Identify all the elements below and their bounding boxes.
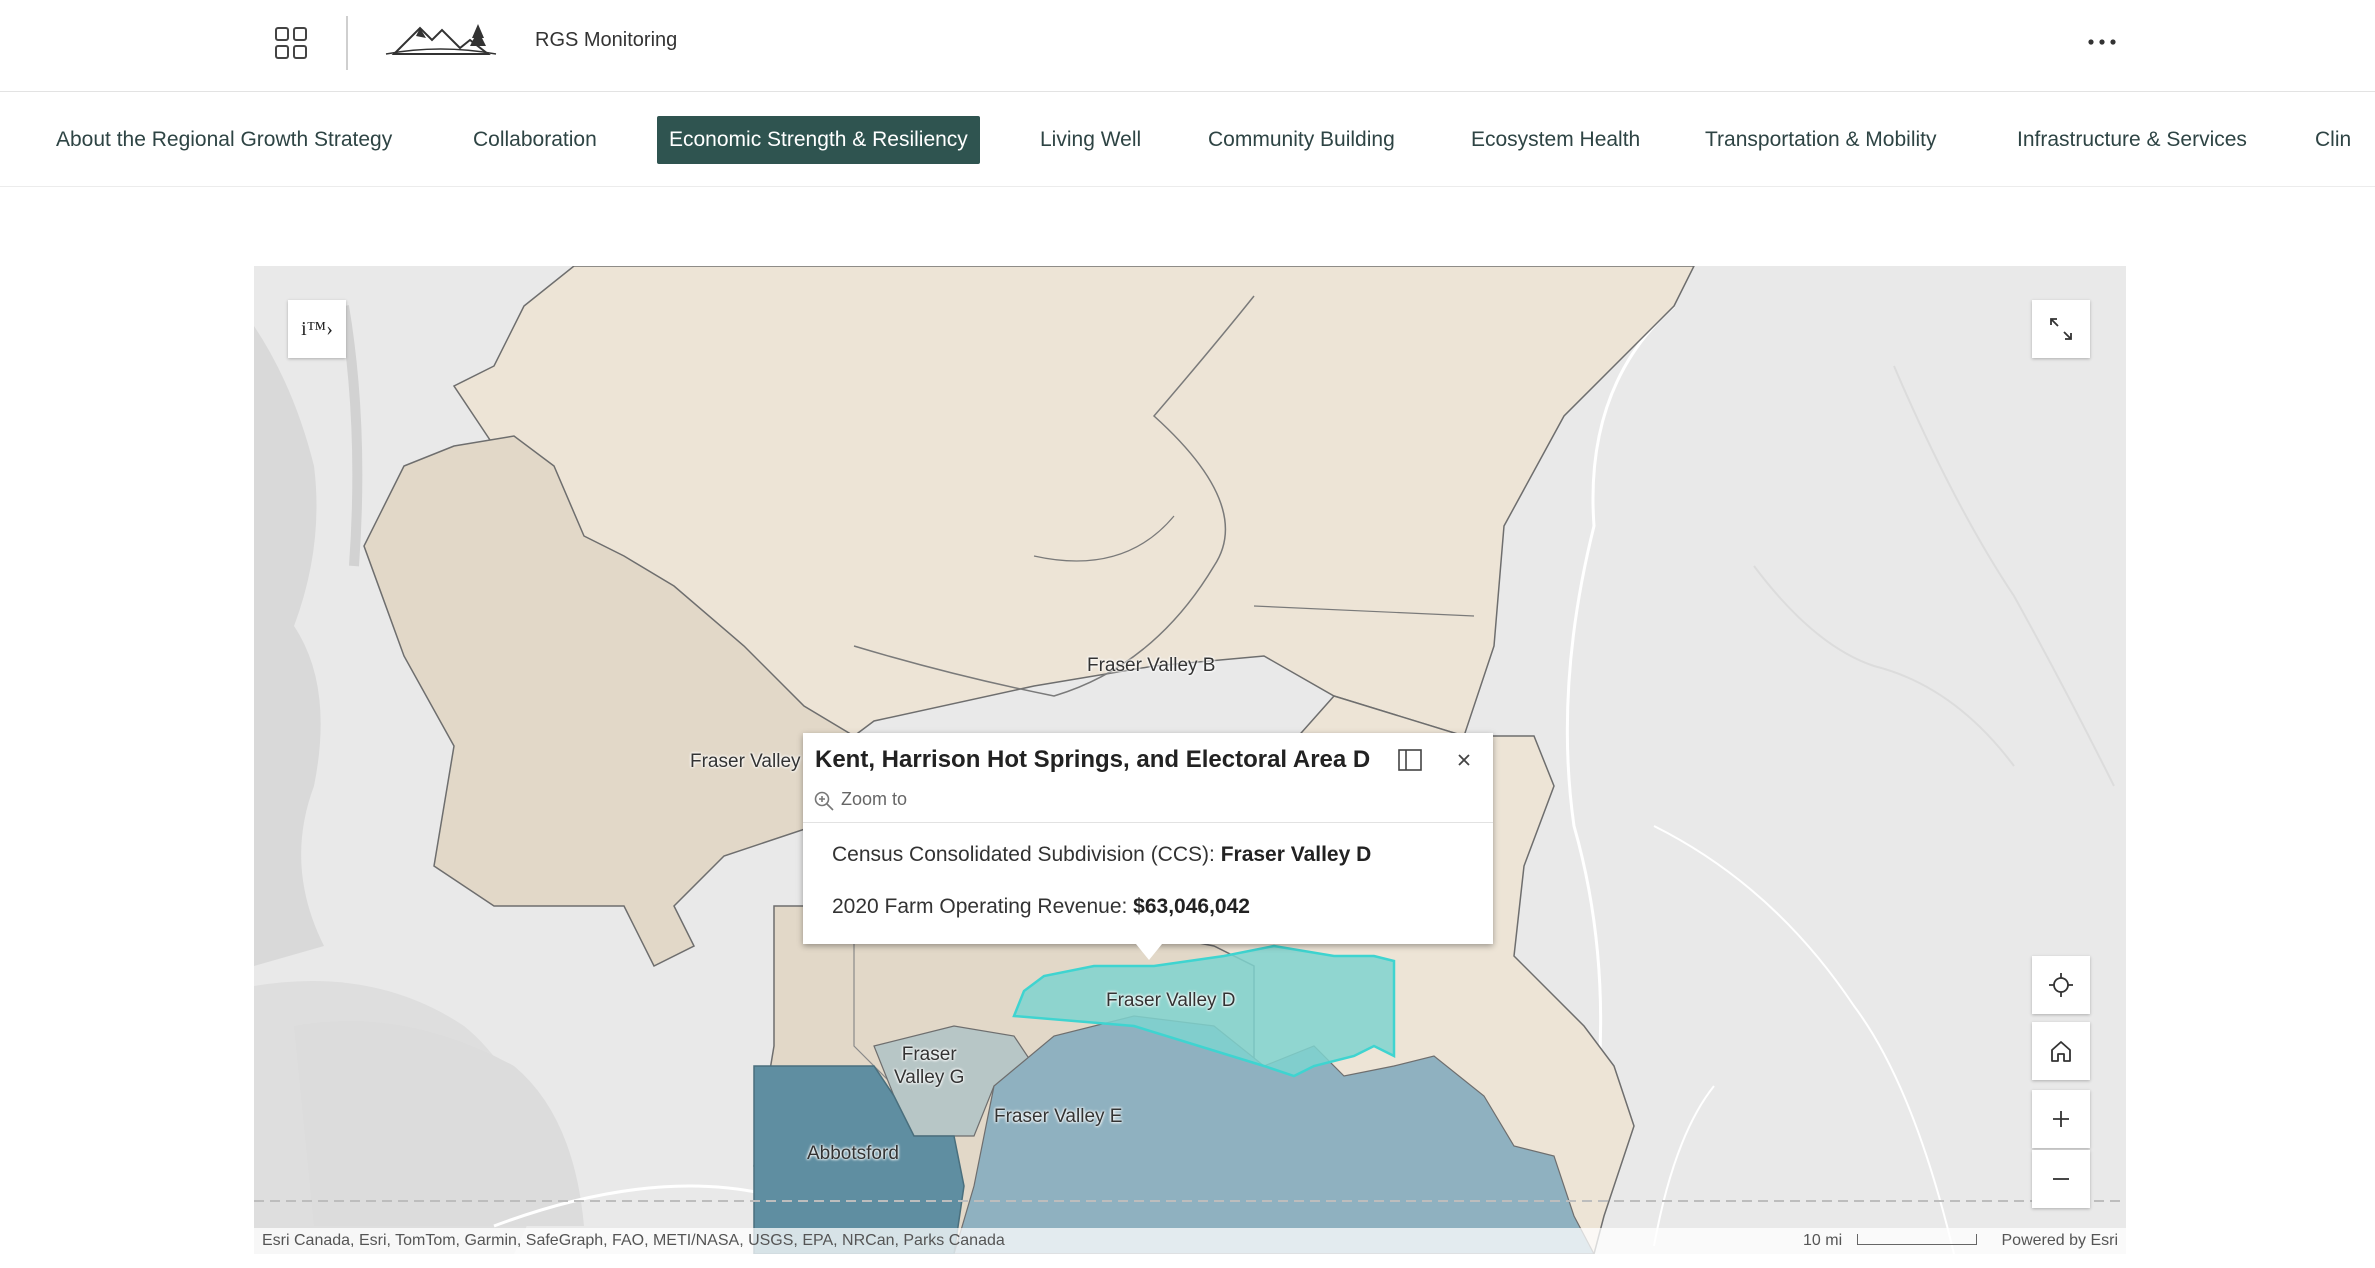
tab-about-rgs[interactable]: About the Regional Growth Strategy bbox=[56, 116, 392, 164]
zoom-out-button[interactable] bbox=[2032, 1150, 2090, 1208]
label-fraser-valley-a: Fraser Valley bbox=[690, 751, 801, 772]
field-ccs-value: Fraser Valley D bbox=[1220, 843, 1372, 866]
zoom-to-icon bbox=[814, 791, 834, 811]
label-abbotsford: Abbotsford bbox=[807, 1143, 899, 1164]
tab-infrastructure[interactable]: Infrastructure & Services bbox=[2017, 116, 2247, 164]
powered-by-esri[interactable]: Powered by Esri bbox=[2002, 1228, 2119, 1254]
field-ccs: Census Consolidated Subdivision (CCS): F… bbox=[832, 843, 1371, 867]
tab-climate[interactable]: Clin bbox=[2315, 116, 2351, 164]
popup-title: Kent, Harrison Hot Springs, and Electora… bbox=[815, 746, 1371, 773]
expand-icon bbox=[2050, 318, 2072, 340]
app-title: RGS Monitoring bbox=[535, 29, 678, 51]
tab-ecosystem-health[interactable]: Ecosystem Health bbox=[1471, 116, 1640, 164]
mountain-logo-icon bbox=[385, 24, 497, 55]
close-icon[interactable] bbox=[1453, 749, 1475, 771]
legend-icon: i™› bbox=[301, 317, 333, 340]
section-nav: About the Regional Growth Strategy Colla… bbox=[0, 92, 2375, 187]
tab-transportation[interactable]: Transportation & Mobility bbox=[1705, 116, 1936, 164]
label-fraser-valley-b: Fraser Valley B bbox=[1087, 655, 1216, 676]
fullscreen-button[interactable] bbox=[2032, 300, 2090, 358]
label-fv-g-line2: Valley G bbox=[894, 1067, 965, 1088]
grid-apps-icon[interactable] bbox=[274, 26, 308, 60]
field-ccs-label: Census Consolidated Subdivision (CCS): bbox=[832, 843, 1221, 866]
legend-button[interactable]: i™› bbox=[288, 300, 346, 358]
home-icon bbox=[2051, 1041, 2071, 1062]
crosshair-icon bbox=[2049, 973, 2073, 997]
zoom-in-button[interactable] bbox=[2032, 1090, 2090, 1148]
label-fraser-valley-g: Fraser Valley G bbox=[894, 1043, 964, 1089]
label-fraser-valley-e: Fraser Valley E bbox=[994, 1106, 1123, 1127]
tab-community-building[interactable]: Community Building bbox=[1208, 116, 1395, 164]
home-button[interactable] bbox=[2032, 1022, 2090, 1080]
fvrd-logo[interactable] bbox=[380, 14, 502, 70]
tab-economic-strength[interactable]: Economic Strength & Resiliency bbox=[657, 116, 980, 164]
map-attribution-bar: Esri Canada, Esri, TomTom, Garmin, SafeG… bbox=[254, 1228, 2126, 1254]
dock-icon[interactable] bbox=[1397, 748, 1423, 772]
tab-living-well[interactable]: Living Well bbox=[1040, 116, 1141, 164]
app-header: RGS Monitoring bbox=[0, 0, 2375, 92]
header-divider bbox=[346, 16, 348, 70]
field-revenue-value: $63,046,042 bbox=[1133, 895, 1250, 918]
popup-divider bbox=[803, 822, 1493, 823]
minus-icon bbox=[2053, 1178, 2069, 1180]
field-revenue-label: 2020 Farm Operating Revenue: bbox=[832, 895, 1134, 918]
label-fv-g-line1: Fraser bbox=[901, 1044, 957, 1065]
attribution-text: Esri Canada, Esri, TomTom, Garmin, SafeG… bbox=[262, 1232, 1005, 1249]
scale-bar bbox=[1857, 1234, 1977, 1245]
label-fraser-valley-d: Fraser Valley D bbox=[1106, 990, 1236, 1011]
field-farm-revenue: 2020 Farm Operating Revenue: $63,046,042 bbox=[832, 895, 1250, 919]
plus-icon bbox=[2053, 1111, 2069, 1127]
locate-button[interactable] bbox=[2032, 956, 2090, 1014]
ellipsis-icon[interactable] bbox=[2082, 30, 2122, 54]
feature-popup: Kent, Harrison Hot Springs, and Electora… bbox=[803, 733, 1493, 944]
popup-pointer bbox=[1136, 944, 1162, 960]
scale-label: 10 mi bbox=[1803, 1232, 1843, 1249]
tab-collaboration[interactable]: Collaboration bbox=[473, 116, 597, 164]
zoom-to-label: Zoom to bbox=[841, 789, 908, 809]
